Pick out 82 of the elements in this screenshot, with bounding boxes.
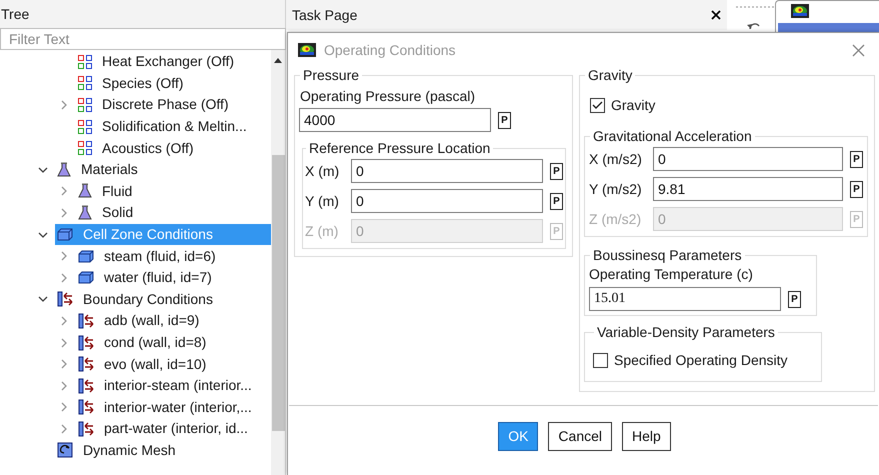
parameter-button[interactable]: P: [788, 290, 801, 308]
check-icon: [592, 101, 603, 110]
tree-item[interactable]: Species (Off): [76, 72, 271, 94]
panel-title: Task Page: [292, 6, 358, 25]
grid-icon: [78, 54, 92, 69]
parameter-button[interactable]: P: [850, 180, 863, 198]
cube-icon: [57, 228, 73, 242]
wall-arrows-icon: [78, 378, 94, 394]
field-label: Z (m/s2): [589, 210, 642, 229]
input-field[interactable]: 4000: [299, 108, 491, 132]
flask-icon: [57, 162, 71, 178]
checkbox[interactable]: [590, 98, 605, 113]
wall-arrows-icon: [78, 356, 94, 372]
scroll-up-icon[interactable]: [274, 58, 282, 63]
tree-item[interactable]: adb (wall, id=9): [76, 310, 271, 332]
grid-icon: [78, 76, 92, 90]
grid-icon: [78, 98, 92, 112]
tree-item[interactable]: Acoustics (Off): [76, 137, 271, 159]
tree-item[interactable]: Solidification & Meltin...: [76, 116, 271, 138]
wall-arrows-icon: [78, 399, 94, 416]
parameter-button[interactable]: P: [550, 162, 563, 180]
wall-arrows-icon: [57, 291, 73, 308]
tree-item[interactable]: Fluid: [76, 180, 271, 202]
panel-title: Tree: [1, 4, 30, 24]
tree-item[interactable]: Discrete Phase (Off): [76, 94, 271, 116]
contour-icon: [791, 4, 809, 18]
tree-item[interactable]: Solid: [76, 202, 271, 224]
cube-icon: [78, 271, 94, 284]
tree-item[interactable]: interior-water (interior,...: [76, 396, 271, 418]
tree-item[interactable]: Materials: [55, 158, 271, 181]
input-field[interactable]: 0: [351, 189, 543, 213]
tree-item[interactable]: steam (fluid, id=6): [76, 245, 271, 267]
dialog-button[interactable]: Cancel: [548, 422, 612, 451]
checkbox[interactable]: [593, 353, 608, 368]
grid-icon: [78, 120, 92, 134]
field-label: X (m/s2): [589, 150, 643, 169]
field-label: Z (m): [305, 222, 340, 241]
field-label: X (m): [305, 162, 340, 181]
scrollbar[interactable]: [271, 50, 285, 475]
input-field[interactable]: 0: [351, 159, 543, 183]
tree-item[interactable]: Dynamic Mesh: [55, 440, 271, 462]
dialog-title: Operating Conditions: [324, 40, 457, 60]
tree-item[interactable]: Boundary Conditions: [55, 288, 271, 310]
wall-arrows-icon: [78, 334, 94, 351]
checkbox-label: Specified Operating Density: [614, 351, 788, 370]
tree-item[interactable]: cond (wall, id=8): [76, 332, 271, 354]
close-icon[interactable]: [711, 10, 721, 20]
input-field[interactable]: 0: [653, 147, 843, 171]
checkbox-label: Gravity: [611, 96, 656, 115]
field-label: Operating Temperature (c): [589, 265, 754, 283]
tree-item[interactable]: water (fluid, id=7): [76, 266, 271, 289]
wall-arrows-icon: [78, 420, 94, 437]
filter-field[interactable]: Filter Text: [0, 28, 286, 50]
tree-item[interactable]: part-water (interior, id...: [76, 418, 271, 440]
parameter-button[interactable]: P: [550, 192, 563, 210]
mesh-icon: [57, 442, 73, 458]
input-field[interactable]: 9.81: [653, 177, 843, 201]
grid-icon: [78, 141, 92, 156]
field-label: Y (m/s2): [589, 180, 643, 199]
tree-item[interactable]: interior-steam (interior...: [76, 374, 271, 396]
group-title: Pressure: [302, 67, 360, 83]
group-title: Reference Pressure Location: [308, 140, 492, 156]
group-title: Variable-Density Parameters: [596, 324, 776, 340]
group-title: Boussinesq Parameters: [592, 247, 743, 263]
field-label: Y (m): [305, 192, 340, 211]
tree-item[interactable]: evo (wall, id=10): [76, 353, 271, 375]
flask-icon: [78, 204, 92, 221]
group-title: Gravity: [587, 67, 634, 83]
cube-icon: [78, 250, 94, 263]
wall-arrows-icon: [78, 312, 94, 329]
scrollbar-thumb[interactable]: [272, 155, 285, 431]
parameter-button[interactable]: P: [850, 150, 863, 168]
tree-item[interactable]: Heat Exchanger (Off): [76, 51, 271, 73]
parameter-button[interactable]: P: [498, 112, 511, 128]
input-field[interactable]: 15.01: [589, 287, 781, 311]
dotted-line-icon: [736, 6, 776, 8]
graphics-tab[interactable]: [775, 0, 879, 32]
contour-icon: [298, 43, 316, 57]
group-title: Gravitational Acceleration: [592, 128, 753, 144]
field-label: Operating Pressure (pascal): [299, 87, 476, 105]
flask-icon: [78, 183, 92, 200]
dialog-button[interactable]: Help: [622, 422, 671, 451]
